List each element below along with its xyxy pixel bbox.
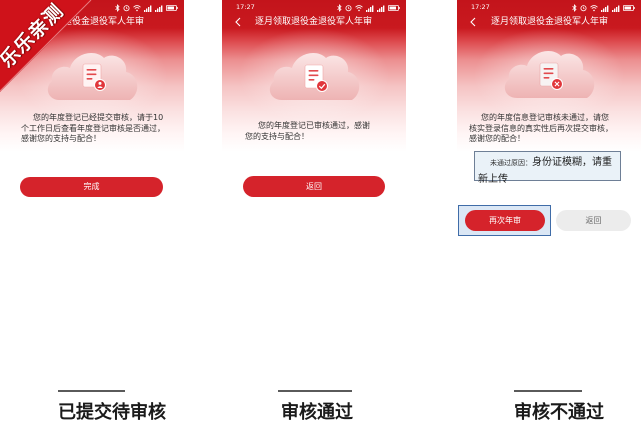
battery-icon: [623, 4, 635, 12]
wifi-icon: [355, 4, 363, 12]
alarm-icon: [345, 4, 352, 12]
status-message: 您的年度登记已审核通过，感谢 您的支持与配合！: [245, 121, 370, 142]
signal-icon-2: [612, 4, 620, 12]
status-bar-icons: [337, 4, 400, 12]
status-time: 17:27: [236, 3, 255, 11]
signal-icon-2: [155, 4, 163, 12]
caption-divider: [278, 390, 352, 392]
done-button[interactable]: 完成: [20, 177, 163, 197]
caption-divider: [514, 390, 582, 392]
close-badge-icon: [551, 78, 563, 90]
status-time: 17:27: [471, 3, 490, 11]
status-bar-icons: [115, 4, 178, 12]
alarm-icon: [123, 4, 130, 12]
caption-pending: 已提交待审核: [58, 402, 166, 423]
message-line: 您的年度登记已审核通过，感谢: [258, 121, 370, 130]
return-button[interactable]: 返回: [556, 210, 631, 231]
status-bar-icons: [572, 4, 635, 12]
return-button[interactable]: 返回: [243, 176, 385, 197]
signal-icon: [366, 4, 374, 12]
rejection-reason-box: 未通过原因：身份证模糊，请重新上传: [474, 151, 621, 185]
rejection-reason-label: 未通过原因：: [490, 159, 532, 167]
bluetooth-icon: [572, 4, 577, 12]
battery-icon: [166, 4, 178, 12]
wifi-icon: [590, 4, 598, 12]
alarm-icon: [580, 4, 587, 12]
status-message: 您的年度登记已经提交审核，请于10 个工作日后查看年度登记审核是否通过， 感谢您…: [21, 113, 165, 145]
watermark-banner: 乐乐亲测: [0, 0, 92, 92]
signal-icon: [601, 4, 609, 12]
bluetooth-icon: [115, 4, 120, 12]
person-badge-icon: [94, 79, 106, 91]
message-line: 感谢您的支持与配合！: [21, 134, 101, 143]
battery-icon: [388, 4, 400, 12]
message-line: 感谢您的配合！: [469, 134, 525, 143]
signal-icon: [144, 4, 152, 12]
message-line: 核实登录信息的真实性后再次提交审核，: [469, 123, 613, 133]
back-arrow-icon[interactable]: [470, 17, 476, 27]
message-line: 您的支持与配合！: [245, 131, 309, 141]
bluetooth-icon: [337, 4, 342, 12]
resubmit-review-button[interactable]: 再次年审: [465, 210, 545, 231]
wifi-icon: [133, 4, 141, 12]
back-arrow-icon[interactable]: [235, 17, 241, 27]
page-title: 逐月领取退役金退役军人年审: [255, 17, 373, 27]
status-message: 您的年度信息登记审核未通过，请您 核实登录信息的真实性后再次提交审核， 感谢您的…: [469, 113, 613, 145]
message-line: 您的年度登记已经提交审核，请于10: [33, 113, 164, 122]
signal-icon-2: [377, 4, 385, 12]
cloud-illustration: [269, 53, 360, 100]
screen-review-rejected: 17:27 逐月领取退役金退役军人年审 您的年度信息登记审核未通过，请您 核实登…: [457, 0, 641, 250]
message-line: 个工作日后查看年度登记审核是否通过，: [21, 123, 165, 133]
cloud-illustration: [504, 51, 595, 98]
page-title: 逐月领取退役金退役军人年审: [491, 17, 609, 27]
check-badge-icon: [316, 80, 328, 92]
message-line: 您的年度信息登记审核未通过，请您: [481, 113, 609, 122]
caption-divider: [58, 390, 125, 392]
caption-rejected: 审核不通过: [514, 402, 604, 423]
screen-review-approved: 17:27 逐月领取退役金退役军人年审 您的年度登记已审核通过，感谢 您的支持与…: [222, 0, 406, 250]
caption-approved: 审核通过: [281, 402, 353, 423]
